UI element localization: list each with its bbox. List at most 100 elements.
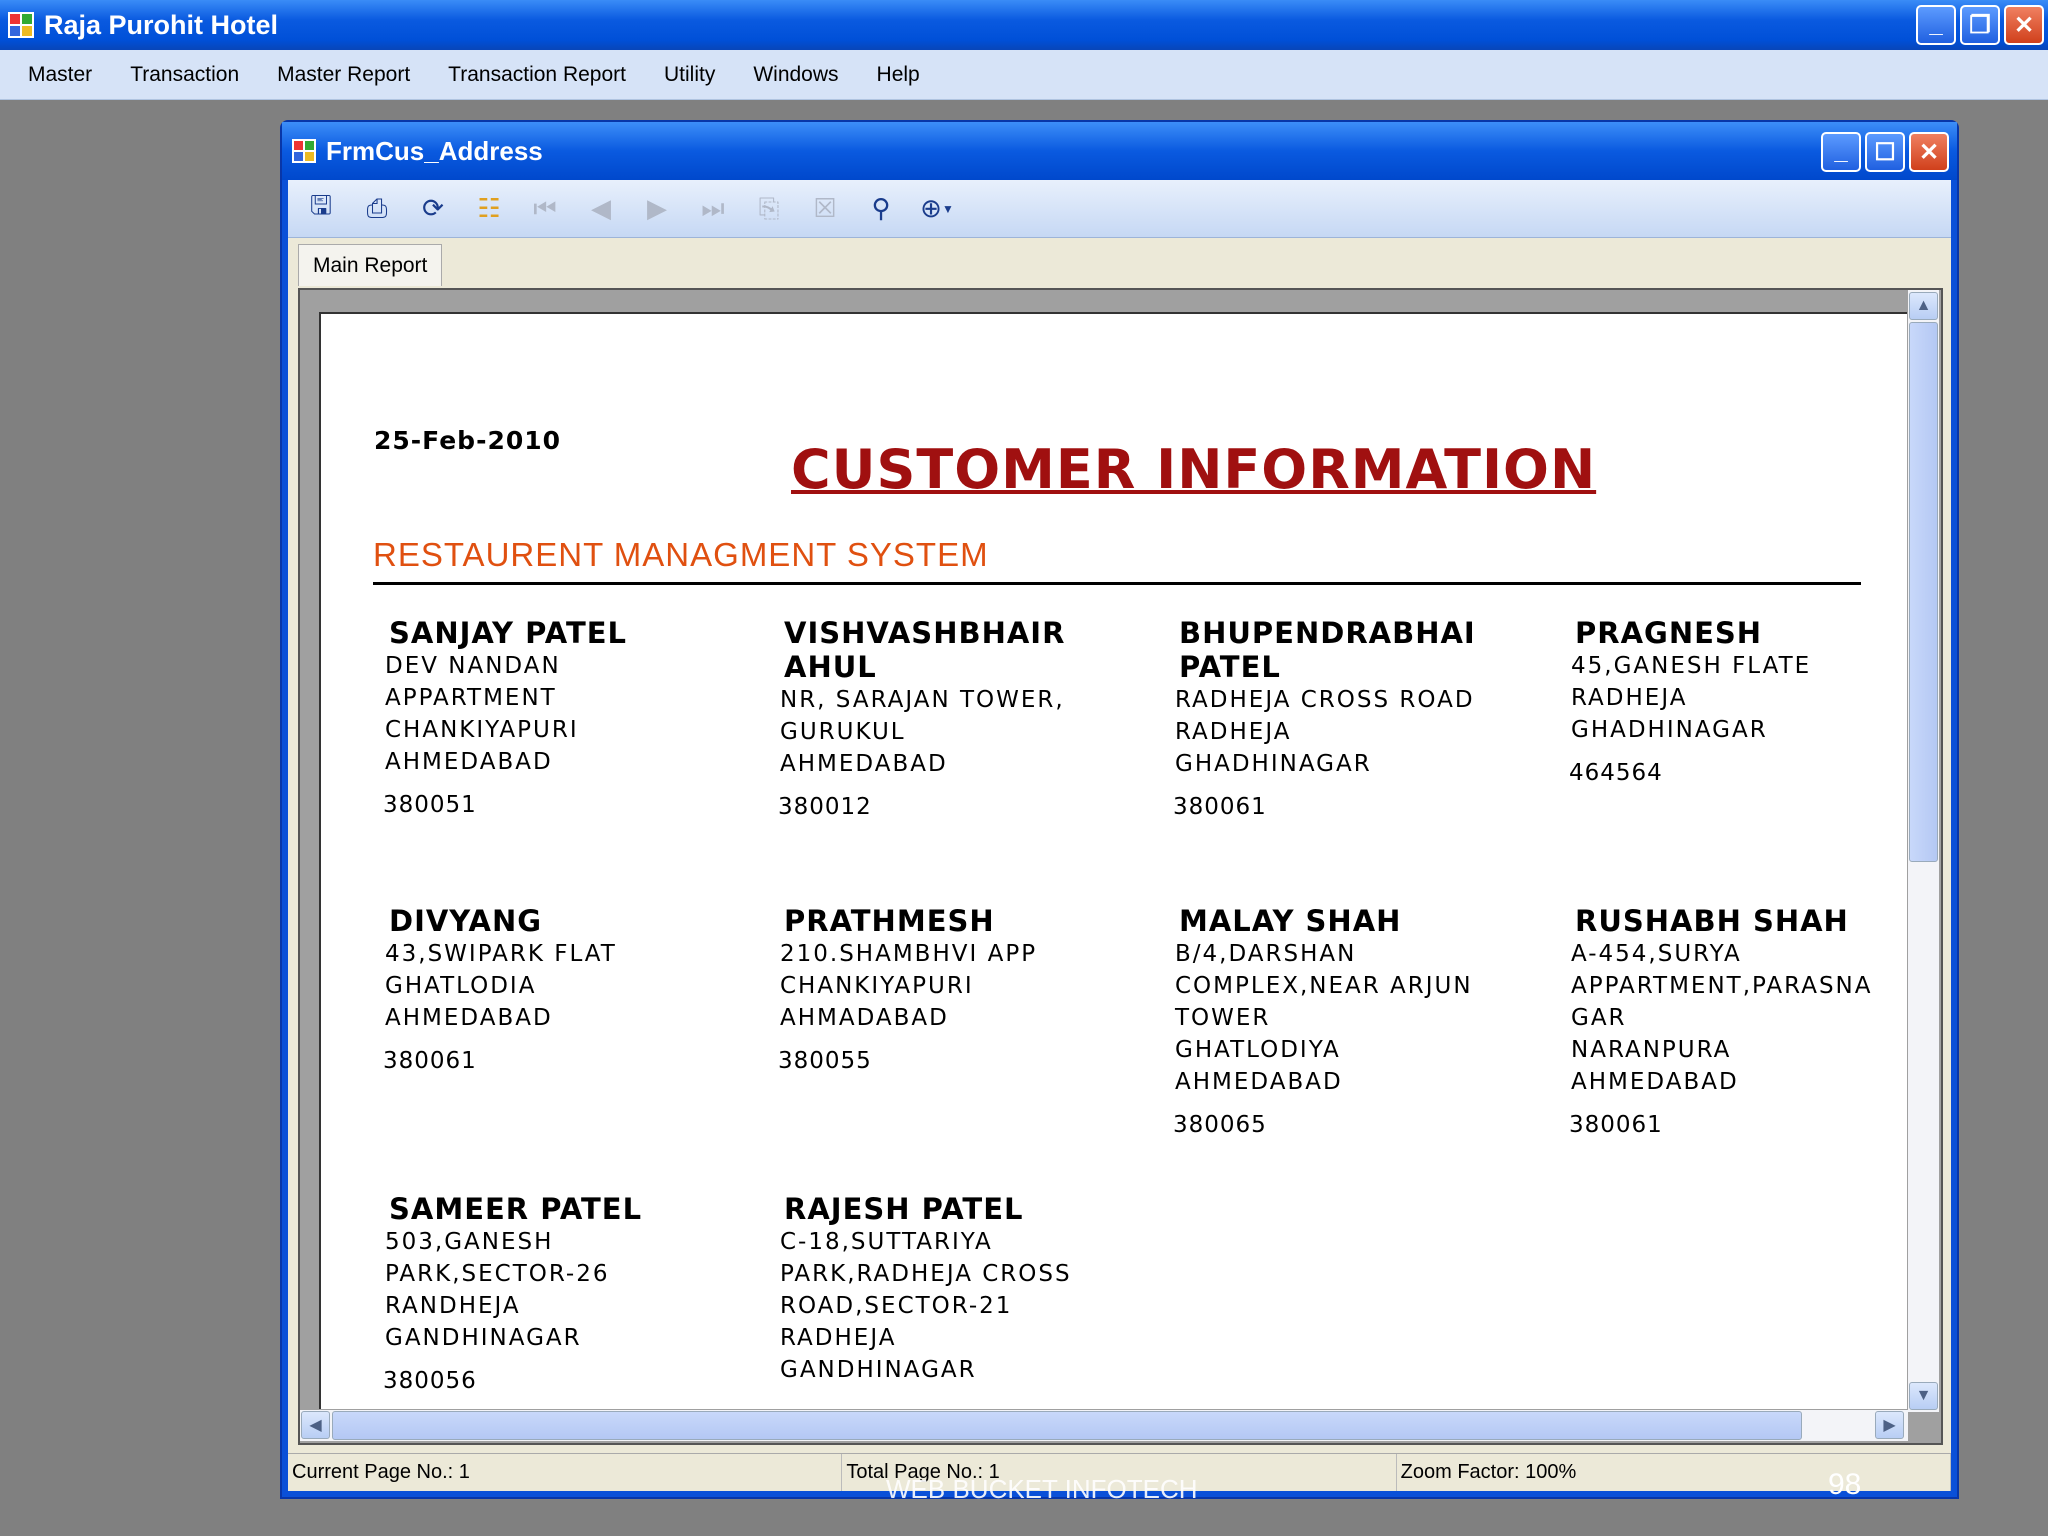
vertical-scroll-thumb[interactable] [1909,322,1938,862]
menu-master-report[interactable]: Master Report [277,63,410,87]
horizontal-scroll-thumb[interactable] [332,1411,1802,1440]
report-date: 25-Feb-2010 [374,426,562,455]
app-title-bar: Raja Purohit Hotel _ ❐ ✕ [0,0,2048,50]
customer-address-line: DEV NANDAN [385,653,561,679]
zoom-factor-status: Zoom Factor: 100% [1397,1454,1951,1491]
customer-zip: 380056 [383,1368,477,1394]
customer-address-line: GHADHINAGAR [1175,751,1372,777]
customer-address-line: AHMEDABAD [1571,1069,1739,1095]
scroll-down-icon[interactable]: ▼ [1909,1382,1938,1410]
vertical-scrollbar[interactable]: ▲ ▼ [1908,290,1939,1412]
report-window: FrmCus_Address _ ☐ ✕ 🖫 ⎙ ⟳ ☷ ⏮ ◀ ▶ ⏭ ⎘ ☒… [280,120,1959,1499]
close-button[interactable]: ✕ [2004,5,2044,45]
customer-address-line: GAR [1571,1005,1627,1031]
customer-address-line: COMPLEX,NEAR ARJUN [1175,973,1473,999]
customer-card: BHUPENDRABHAI PATEL RADHEJA CROSS ROAD RAD… [1173,616,1563,820]
customer-card: MALAY SHAH B/4,DARSHAN COMPLEX,NEAR ARJUN T… [1173,904,1563,1138]
customer-zip: 380065 [1173,1112,1267,1138]
child-maximize-button[interactable]: ☐ [1865,132,1905,172]
menu-help[interactable]: Help [877,63,920,87]
customer-address-line: RANDHEJA [385,1293,521,1319]
customer-card: VISHVASHBHAIR AHUL NR, SARAJAN TOWER, GURU… [778,616,1168,820]
menu-windows[interactable]: Windows [753,63,838,87]
customer-address-line: 43,SWIPARK FLAT [385,941,617,967]
customer-address-line: AHMEDABAD [385,1005,553,1031]
zoom-icon[interactable]: ⊕ ▼ [914,186,960,232]
customer-address-line: GHADHINAGAR [1571,717,1768,743]
customer-card: DIVYANG 43,SWIPARK FLAT GHATLODIA AHMEDABAD… [383,904,773,1074]
next-page-icon[interactable]: ▶ [634,186,680,232]
customer-name: DIVYANG [389,904,543,938]
child-minimize-button[interactable]: _ [1821,132,1861,172]
customer-address-line: NARANPURA [1571,1037,1732,1063]
menu-bar: Master Transaction Master Report Transactio… [0,50,2048,100]
goto-page-icon[interactable]: ⎘ [746,186,792,232]
customer-address-line: RADHEJA CROSS ROAD [1175,687,1475,713]
report-title: CUSTOMER INFORMATION [791,438,1597,501]
export-icon[interactable]: 🖫 [298,186,344,232]
menu-transaction-report[interactable]: Transaction Report [448,63,626,87]
customer-address-line: B/4,DARSHAN [1175,941,1357,967]
customer-zip: 380061 [1173,794,1267,820]
customer-card: RUSHABH SHAH A-454,SURYA APPARTMENT,PARASN… [1569,904,1907,1138]
customer-address-line: GANDHINAGAR [780,1357,977,1383]
customer-address-line: RADHEJA [1175,719,1292,745]
customer-address-line: NR, SARAJAN TOWER, [780,687,1065,713]
customer-address-line: 210.SHAMBHVI APP [780,941,1038,967]
previous-page-icon[interactable]: ◀ [578,186,624,232]
stop-icon[interactable]: ☒ [802,186,848,232]
customer-card: SAMEER PATEL 503,GANESH PARK,SECTOR-26 RAND… [383,1192,773,1394]
minimize-button[interactable]: _ [1916,5,1956,45]
first-page-icon[interactable]: ⏮ [522,186,568,232]
customer-address-line: CHANKIYAPURI [385,717,579,743]
customer-address-line: AHMEDABAD [780,751,948,777]
menu-utility[interactable]: Utility [664,63,715,87]
customer-address-line: GURUKUL [780,719,906,745]
report-viewer: 25-Feb-2010 CUSTOMER INFORMATION RESTAUR… [298,288,1943,1445]
customer-address-line: 503,GANESH [385,1229,554,1255]
customer-address-line: GHATLODIA [385,973,537,999]
customer-address-line: AHMEDABAD [385,749,553,775]
customer-name: PRATHMESH [784,904,995,938]
customer-name: VISHVASHBHAIR AHUL [784,616,1066,684]
customer-name: PRAGNESH [1575,616,1763,650]
customer-card: SANJAY PATEL DEV NANDAN APPARTMENT CHANKIYA… [383,616,773,818]
scroll-left-icon[interactable]: ◀ [301,1411,330,1439]
search-icon[interactable]: ⚲ [858,186,904,232]
customer-zip: 380012 [778,794,872,820]
customer-address-line: AHMADABAD [780,1005,949,1031]
scroll-up-icon[interactable]: ▲ [1909,292,1938,320]
last-page-icon[interactable]: ⏭ [690,186,736,232]
print-icon[interactable]: ⎙ [354,186,400,232]
refresh-icon[interactable]: ⟳ [410,186,456,232]
watermark: WEB BUCKET INFOTECH [886,1474,1198,1504]
customer-address-line: APPARTMENT [385,685,557,711]
customer-address-line: RADHEJA [780,1325,897,1351]
group-tree-icon[interactable]: ☷ [466,186,512,232]
customer-address-line: 45,GANESH FLATE [1571,653,1812,679]
child-close-button[interactable]: ✕ [1909,132,1949,172]
menu-transaction[interactable]: Transaction [130,63,239,87]
customer-name: SAMEER PATEL [389,1192,643,1226]
customer-name: SANJAY PATEL [389,616,628,650]
customer-zip: 380061 [1569,1112,1663,1138]
customer-address-line: AHMEDABAD [1175,1069,1343,1095]
customer-zip: 380055 [778,1048,872,1074]
customer-address-line: PARK,SECTOR-26 [385,1261,610,1287]
customer-address-line: GHATLODIYA [1175,1037,1341,1063]
form-icon [292,139,316,163]
tab-main-report[interactable]: Main Report [298,244,443,286]
customer-address-line: ROAD,SECTOR-21 [780,1293,1013,1319]
customer-address-line: PARK,RADHEJA CROSS [780,1261,1072,1287]
customer-name: BHUPENDRABHAI PATEL [1179,616,1476,684]
horizontal-scrollbar[interactable]: ◀ ▶ [300,1410,1908,1441]
report-window-title-bar: FrmCus_Address [282,122,1957,180]
scroll-right-icon[interactable]: ▶ [1875,1411,1904,1439]
customer-name: MALAY SHAH [1179,904,1402,938]
customer-address-line: RADHEJA [1571,685,1688,711]
report-toolbar: 🖫 ⎙ ⟳ ☷ ⏮ ◀ ▶ ⏭ ⎘ ☒ ⚲ ⊕ ▼ [288,180,1951,238]
menu-master[interactable]: Master [28,63,92,87]
customer-address-line: CHANKIYAPURI [780,973,974,999]
customer-address-line: C-18,SUTTARIYA [780,1229,993,1255]
restore-button[interactable]: ❐ [1960,5,2000,45]
